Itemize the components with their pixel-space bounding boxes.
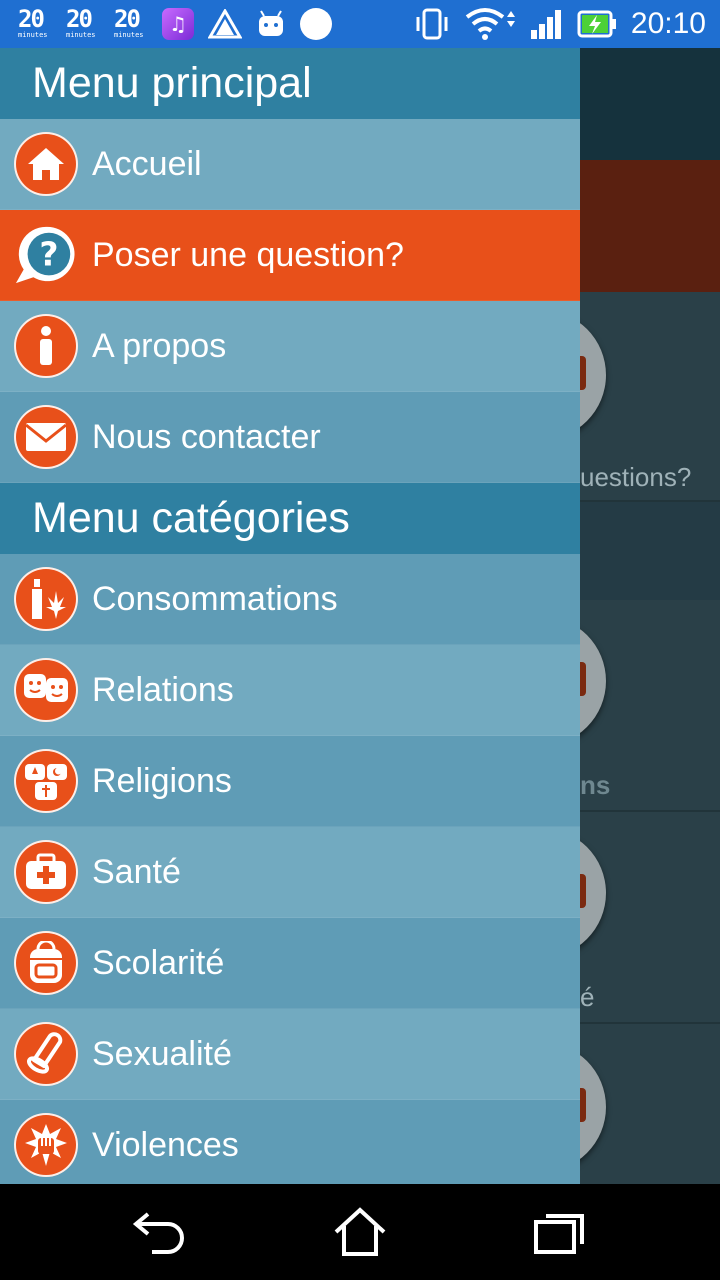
clock: 20:10 [630, 7, 706, 40]
brand-caption: minutes [114, 31, 144, 39]
status-bar: 20 minutes 20 minutes 20 minutes ♫ 20:10 [0, 0, 720, 48]
back-button[interactable] [132, 1204, 188, 1260]
20-minutes-icon: 20 minutes [114, 7, 148, 41]
menu-item-label: Scolarité [92, 943, 225, 982]
menu-item-religions[interactable]: Religions [0, 736, 580, 827]
menu-item-accueil[interactable]: Accueil [0, 119, 580, 210]
menu-item-violences[interactable]: Violences [0, 1100, 580, 1184]
status-bar-notifications: 20 minutes 20 minutes 20 minutes ♫ [18, 6, 332, 42]
info-icon [14, 314, 78, 378]
main-menu-header: Menu principal [0, 48, 580, 119]
home-icon [14, 132, 78, 196]
menu-item-sexualite[interactable]: Sexualité [0, 1009, 580, 1100]
menu-item-label: A propos [92, 326, 227, 365]
navigation-drawer: Menu principal Accueil ? Poser une quest… [0, 48, 580, 1184]
wifi-icon [465, 8, 515, 40]
recents-button[interactable] [532, 1204, 588, 1260]
menu-item-label: Nous contacter [92, 417, 321, 456]
recents-icon [534, 1214, 584, 1254]
back-icon [132, 1212, 184, 1254]
brand-caption: minutes [18, 31, 48, 39]
home-nav-icon [334, 1207, 386, 1256]
envelope-icon [14, 405, 78, 469]
categories-menu-header: Menu catégories [0, 483, 580, 554]
20-minutes-icon: 20 minutes [18, 7, 52, 41]
home-nav-button[interactable] [332, 1204, 388, 1260]
faces-bubble-icon [14, 658, 78, 722]
battery-charging-icon [577, 10, 616, 38]
condom-icon [14, 1022, 78, 1086]
brand-number: 20 [66, 5, 93, 33]
menu-item-label: Accueil [92, 144, 202, 183]
menu-item-label: Relations [92, 670, 234, 709]
circle-notification-icon [300, 8, 332, 40]
menu-item-poser-question[interactable]: ? Poser une question? [0, 210, 580, 301]
background-card-text: ns [580, 770, 611, 800]
menu-item-label: Santé [92, 852, 181, 891]
medical-kit-icon [14, 840, 78, 904]
question-bubble-icon: ? [14, 223, 78, 287]
menu-item-label: Poser une question? [92, 235, 404, 274]
triangle-app-icon [208, 9, 242, 39]
brand-caption: minutes [66, 31, 96, 39]
svg-text:?: ? [39, 235, 58, 274]
background-card-text: uestions? [580, 462, 692, 492]
menu-item-nous-contacter[interactable]: Nous contacter [0, 392, 580, 483]
menu-item-consommations[interactable]: Consommations [0, 554, 580, 645]
backpack-icon [14, 931, 78, 995]
menu-item-label: Sexualité [92, 1034, 232, 1073]
brand-number: 20 [114, 5, 141, 33]
menu-item-scolarite[interactable]: Scolarité [0, 918, 580, 1009]
religion-symbols-icon [14, 749, 78, 813]
system-nav-bar [0, 1184, 720, 1280]
vibrate-icon [416, 8, 448, 40]
status-bar-system: 20:10 [413, 6, 706, 42]
menu-item-a-propos[interactable]: A propos [0, 301, 580, 392]
menu-item-label: Violences [92, 1125, 239, 1164]
bottle-leaf-icon [14, 567, 78, 631]
menu-item-label: Religions [92, 761, 232, 800]
menu-item-sante[interactable]: Santé [0, 827, 580, 918]
fist-icon [14, 1113, 78, 1177]
android-robot-icon [259, 10, 283, 36]
music-app-icon: ♫ [162, 8, 194, 40]
20-minutes-icon: 20 minutes [66, 7, 100, 41]
menu-item-label: Consommations [92, 579, 338, 618]
background-card-text: é [580, 982, 595, 1012]
menu-item-relations[interactable]: Relations [0, 645, 580, 736]
brand-number: 20 [18, 5, 45, 33]
signal-icon [530, 10, 561, 39]
